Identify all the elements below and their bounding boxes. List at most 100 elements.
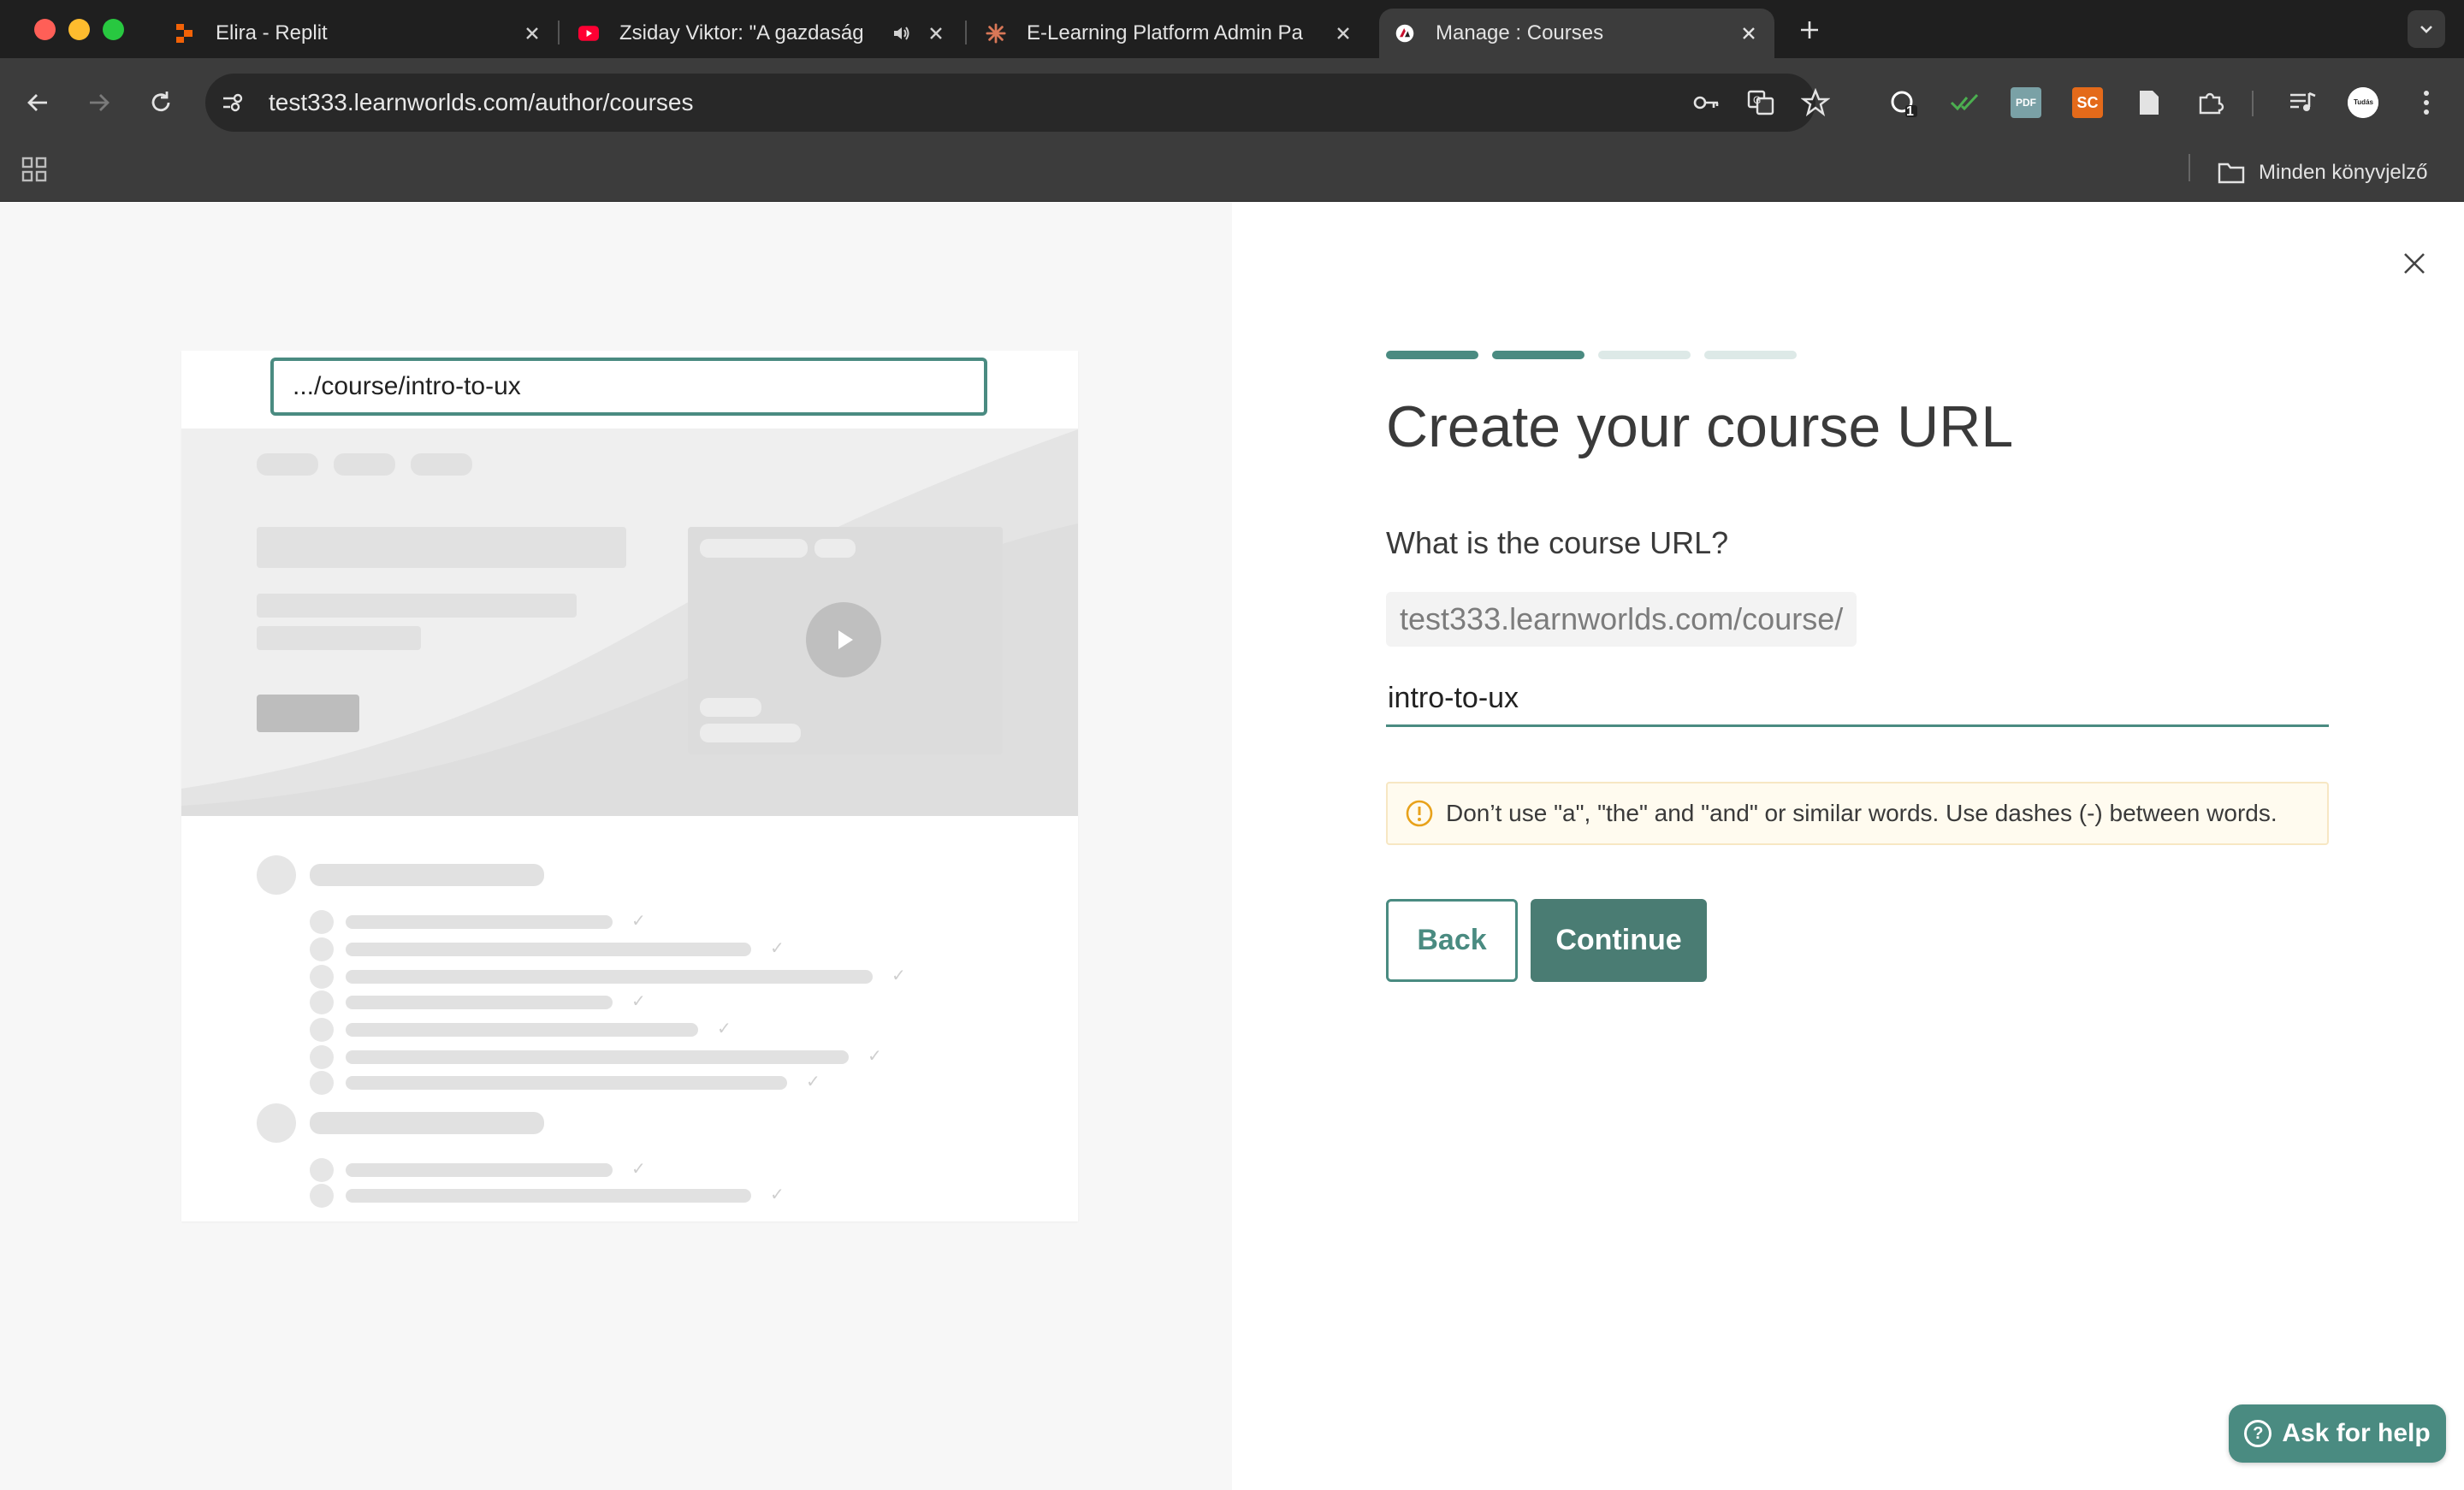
ask-for-help-button[interactable]: ? Ask for help [2229, 1404, 2446, 1463]
site-settings-icon[interactable] [217, 87, 248, 118]
extensions-puzzle-icon[interactable] [2195, 87, 2226, 118]
tab-title: Manage : Courses [1436, 21, 1604, 44]
claude-icon [986, 23, 1006, 44]
extension-badge: 1 [1906, 104, 1914, 119]
warning-icon [1405, 799, 1434, 828]
tab-search-button[interactable] [2408, 10, 2445, 48]
window-minimize-button[interactable] [68, 19, 90, 40]
preview-nav-pill [411, 453, 472, 476]
page-content: .../course/intro-to-ux ✓ ✓ ✓ ✓ ✓ ✓ ✓ ✓ ✓… [0, 202, 2464, 1490]
preview-lesson-dot [310, 965, 334, 989]
close-icon [2404, 253, 2425, 274]
play-icon [806, 602, 881, 677]
apps-grid-icon[interactable] [19, 154, 50, 185]
address-url[interactable]: test333.learnworlds.com/author/courses [269, 89, 693, 116]
close-icon[interactable] [926, 23, 946, 44]
preview-video-bar [700, 539, 808, 558]
tab-elearning-admin[interactable]: E-Learning Platform Admin Pa [986, 9, 1353, 58]
preview-lesson-bar [346, 970, 873, 984]
step-segment [1704, 351, 1797, 359]
check-icon: ✓ [717, 1020, 732, 1038]
help-icon: ? [2244, 1420, 2272, 1447]
preview-section-avatar [257, 855, 296, 895]
pdf-extension-icon[interactable]: PDF [2011, 87, 2041, 118]
window-close-button[interactable] [34, 19, 56, 40]
new-tab-button[interactable] [1794, 15, 1825, 45]
translate-icon[interactable]: G [1745, 87, 1776, 118]
profile-avatar[interactable]: Tudás [2348, 87, 2378, 118]
document-extension-icon[interactable] [2134, 87, 2165, 118]
all-bookmarks-button[interactable]: Minden könyvjelző [2218, 154, 2427, 192]
preview-lesson-dot [310, 1018, 334, 1042]
step-segment [1598, 351, 1691, 359]
continue-button[interactable]: Continue [1531, 899, 1707, 982]
check-icon: ✓ [631, 992, 646, 1011]
checkmark-extension-icon[interactable] [1949, 87, 1980, 118]
preview-video-bar [700, 724, 801, 742]
tab-replit[interactable]: Elira - Replit [175, 9, 542, 58]
svg-text:G: G [1753, 94, 1761, 106]
preview-lesson-bar [346, 1076, 787, 1090]
preview-url-bar: .../course/intro-to-ux [270, 358, 987, 416]
preview-video [688, 527, 1003, 754]
preview-text-bar [257, 626, 421, 650]
bookmark-star-icon[interactable] [1800, 87, 1831, 118]
preview-section-title [310, 1112, 544, 1134]
replit-icon [175, 23, 195, 44]
preview-section-avatar [257, 1103, 296, 1143]
check-icon: ✓ [631, 1160, 646, 1179]
check-icon: ✓ [631, 912, 646, 931]
preview-lesson-dot [310, 1158, 334, 1182]
check-icon: ✓ [770, 1185, 785, 1204]
back-button[interactable]: Back [1386, 899, 1518, 982]
tab-title: Elira - Replit [216, 21, 328, 44]
check-icon: ✓ [891, 967, 906, 985]
close-wizard-button[interactable] [2396, 245, 2433, 282]
sc-extension-icon[interactable]: SC [2072, 87, 2103, 118]
folder-icon [2218, 162, 2245, 184]
tab-youtube[interactable]: Zsiday Viktor: "A gazdaság [578, 9, 946, 58]
preview-nav-pill [257, 453, 318, 476]
preview-lesson-dot [310, 1045, 334, 1069]
close-icon[interactable] [1333, 23, 1353, 44]
tab-manage-courses[interactable]: Manage : Courses [1379, 9, 1774, 58]
password-key-icon[interactable] [1691, 87, 1721, 118]
tab-separator [965, 21, 967, 44]
step-segment [1492, 351, 1584, 359]
preview-lesson-bar [346, 1050, 849, 1064]
course-url-form: Create your course URL What is the cours… [1232, 202, 2464, 1490]
learnworlds-icon [1395, 23, 1415, 44]
forward-nav-button[interactable] [82, 86, 116, 120]
close-icon[interactable] [522, 23, 542, 44]
tab-bar: Elira - Replit Zsiday Viktor: "A gazdasá… [0, 0, 2464, 58]
all-bookmarks-label: Minden könyvjelző [2259, 161, 2428, 184]
preview-header: .../course/intro-to-ux [181, 351, 1078, 429]
preview-lesson-bar [346, 1189, 751, 1203]
close-icon[interactable] [1738, 23, 1759, 44]
bookmarks-separator [2189, 154, 2190, 181]
preview-lesson-bar [346, 996, 613, 1009]
step-segment [1386, 351, 1478, 359]
check-icon: ✓ [868, 1047, 882, 1066]
speaker-icon[interactable] [891, 23, 912, 44]
course-url-input[interactable] [1386, 672, 2329, 727]
preview-section-title [310, 864, 544, 886]
page-title: Create your course URL [1386, 394, 2014, 459]
window-maximize-button[interactable] [103, 19, 124, 40]
preview-video-bar [700, 698, 761, 717]
media-control-icon[interactable] [2288, 87, 2319, 118]
url-prefix: test333.learnworlds.com/course/ [1386, 592, 1857, 647]
preview-lesson-dot [310, 1071, 334, 1095]
preview-hero [181, 429, 1078, 816]
preview-lesson-bar [346, 1163, 613, 1177]
tab-separator [558, 21, 560, 44]
course-page-preview: .../course/intro-to-ux ✓ ✓ ✓ ✓ ✓ ✓ ✓ ✓ ✓ [181, 351, 1078, 1221]
toolbar-separator [2252, 91, 2254, 116]
tab-title: E-Learning Platform Admin Pa [1027, 21, 1303, 44]
back-nav-button[interactable] [21, 86, 55, 120]
bookmarks-bar [0, 147, 2464, 202]
browser-menu-icon[interactable] [2411, 87, 2442, 118]
url-question-label: What is the course URL? [1386, 525, 1729, 560]
reload-button[interactable] [144, 86, 178, 120]
preview-title-bar [257, 527, 626, 568]
